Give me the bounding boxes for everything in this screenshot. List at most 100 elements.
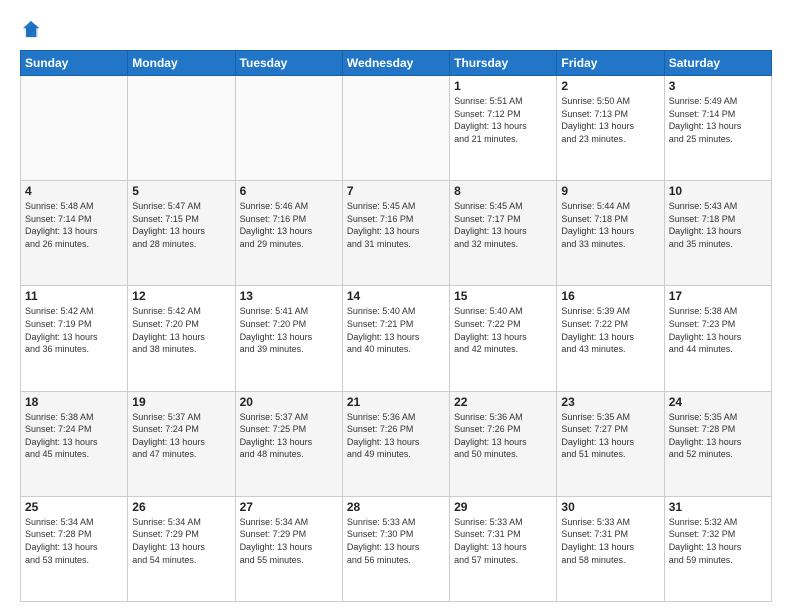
day-info: Sunrise: 5:38 AM Sunset: 7:24 PM Dayligh… bbox=[25, 411, 123, 461]
day-info: Sunrise: 5:32 AM Sunset: 7:32 PM Dayligh… bbox=[669, 516, 767, 566]
day-cell: 25Sunrise: 5:34 AM Sunset: 7:28 PM Dayli… bbox=[21, 496, 128, 601]
day-cell: 31Sunrise: 5:32 AM Sunset: 7:32 PM Dayli… bbox=[664, 496, 771, 601]
day-cell: 5 Sunrise: 5:47 AM Sunset: 7:15 PM Daylig… bbox=[128, 181, 235, 286]
day-cell: 8 Sunrise: 5:45 AM Sunset: 7:17 PM Daylig… bbox=[450, 181, 557, 286]
day-info: Sunrise: 5:50 AM Sunset: 7:13 PM Dayligh… bbox=[561, 95, 659, 145]
header bbox=[20, 18, 772, 40]
day-cell: 20 Sunrise: 5:37 AM Sunset: 7:25 PM Dayli… bbox=[235, 391, 342, 496]
day-number: 9 bbox=[561, 184, 659, 198]
day-cell bbox=[128, 76, 235, 181]
day-cell: 1 Sunrise: 5:51 AM Sunset: 7:12 PM Daylig… bbox=[450, 76, 557, 181]
weekday-tuesday: Tuesday bbox=[235, 51, 342, 76]
day-info: Sunrise: 5:39 AM Sunset: 7:22 PM Dayligh… bbox=[561, 305, 659, 355]
day-info: Sunrise: 5:41 AM Sunset: 7:20 PM Dayligh… bbox=[240, 305, 338, 355]
day-number: 2 bbox=[561, 79, 659, 93]
day-cell: 9Sunrise: 5:44 AM Sunset: 7:18 PM Daylig… bbox=[557, 181, 664, 286]
weekday-friday: Friday bbox=[557, 51, 664, 76]
calendar-table: SundayMondayTuesdayWednesdayThursdayFrid… bbox=[20, 50, 772, 602]
day-cell bbox=[342, 76, 449, 181]
day-cell: 7Sunrise: 5:45 AM Sunset: 7:16 PM Daylig… bbox=[342, 181, 449, 286]
day-info: Sunrise: 5:37 AM Sunset: 7:24 PM Dayligh… bbox=[132, 411, 230, 461]
day-info: Sunrise: 5:37 AM Sunset: 7:25 PM Dayligh… bbox=[240, 411, 338, 461]
weekday-header-row: SundayMondayTuesdayWednesdayThursdayFrid… bbox=[21, 51, 772, 76]
day-number: 1 bbox=[454, 79, 552, 93]
day-number: 15 bbox=[454, 289, 552, 303]
day-number: 12 bbox=[132, 289, 230, 303]
day-cell: 13 Sunrise: 5:41 AM Sunset: 7:20 PM Dayli… bbox=[235, 286, 342, 391]
weekday-monday: Monday bbox=[128, 51, 235, 76]
day-info: Sunrise: 5:51 AM Sunset: 7:12 PM Dayligh… bbox=[454, 95, 552, 145]
day-info: Sunrise: 5:40 AM Sunset: 7:21 PM Dayligh… bbox=[347, 305, 445, 355]
day-number: 14 bbox=[347, 289, 445, 303]
day-cell: 19 Sunrise: 5:37 AM Sunset: 7:24 PM Dayli… bbox=[128, 391, 235, 496]
week-row-4: 18 Sunrise: 5:38 AM Sunset: 7:24 PM Dayli… bbox=[21, 391, 772, 496]
day-number: 22 bbox=[454, 395, 552, 409]
day-cell: 24 Sunrise: 5:35 AM Sunset: 7:28 PM Dayli… bbox=[664, 391, 771, 496]
day-cell: 12Sunrise: 5:42 AM Sunset: 7:20 PM Dayli… bbox=[128, 286, 235, 391]
day-info: Sunrise: 5:33 AM Sunset: 7:31 PM Dayligh… bbox=[561, 516, 659, 566]
day-info: Sunrise: 5:34 AM Sunset: 7:29 PM Dayligh… bbox=[132, 516, 230, 566]
day-number: 28 bbox=[347, 500, 445, 514]
day-number: 26 bbox=[132, 500, 230, 514]
day-info: Sunrise: 5:48 AM Sunset: 7:14 PM Dayligh… bbox=[25, 200, 123, 250]
day-number: 6 bbox=[240, 184, 338, 198]
day-info: Sunrise: 5:38 AM Sunset: 7:23 PM Dayligh… bbox=[669, 305, 767, 355]
week-row-3: 11 Sunrise: 5:42 AM Sunset: 7:19 PM Dayli… bbox=[21, 286, 772, 391]
weekday-thursday: Thursday bbox=[450, 51, 557, 76]
day-cell: 27Sunrise: 5:34 AM Sunset: 7:29 PM Dayli… bbox=[235, 496, 342, 601]
page: SundayMondayTuesdayWednesdayThursdayFrid… bbox=[0, 0, 792, 612]
day-number: 23 bbox=[561, 395, 659, 409]
day-number: 10 bbox=[669, 184, 767, 198]
day-cell: 18 Sunrise: 5:38 AM Sunset: 7:24 PM Dayli… bbox=[21, 391, 128, 496]
day-number: 13 bbox=[240, 289, 338, 303]
day-info: Sunrise: 5:33 AM Sunset: 7:30 PM Dayligh… bbox=[347, 516, 445, 566]
week-row-1: 1 Sunrise: 5:51 AM Sunset: 7:12 PM Daylig… bbox=[21, 76, 772, 181]
day-number: 3 bbox=[669, 79, 767, 93]
day-number: 16 bbox=[561, 289, 659, 303]
day-info: Sunrise: 5:45 AM Sunset: 7:17 PM Dayligh… bbox=[454, 200, 552, 250]
day-info: Sunrise: 5:35 AM Sunset: 7:28 PM Dayligh… bbox=[669, 411, 767, 461]
logo-icon bbox=[20, 18, 42, 40]
weekday-saturday: Saturday bbox=[664, 51, 771, 76]
day-cell: 11 Sunrise: 5:42 AM Sunset: 7:19 PM Dayli… bbox=[21, 286, 128, 391]
day-number: 4 bbox=[25, 184, 123, 198]
day-number: 19 bbox=[132, 395, 230, 409]
day-number: 5 bbox=[132, 184, 230, 198]
day-cell: 30 Sunrise: 5:33 AM Sunset: 7:31 PM Dayli… bbox=[557, 496, 664, 601]
day-number: 11 bbox=[25, 289, 123, 303]
logo bbox=[20, 18, 46, 40]
day-number: 30 bbox=[561, 500, 659, 514]
day-info: Sunrise: 5:43 AM Sunset: 7:18 PM Dayligh… bbox=[669, 200, 767, 250]
day-cell: 26 Sunrise: 5:34 AM Sunset: 7:29 PM Dayli… bbox=[128, 496, 235, 601]
day-info: Sunrise: 5:46 AM Sunset: 7:16 PM Dayligh… bbox=[240, 200, 338, 250]
day-info: Sunrise: 5:33 AM Sunset: 7:31 PM Dayligh… bbox=[454, 516, 552, 566]
day-info: Sunrise: 5:36 AM Sunset: 7:26 PM Dayligh… bbox=[347, 411, 445, 461]
day-number: 24 bbox=[669, 395, 767, 409]
day-info: Sunrise: 5:40 AM Sunset: 7:22 PM Dayligh… bbox=[454, 305, 552, 355]
day-cell: 29Sunrise: 5:33 AM Sunset: 7:31 PM Dayli… bbox=[450, 496, 557, 601]
day-cell: 28 Sunrise: 5:33 AM Sunset: 7:30 PM Dayli… bbox=[342, 496, 449, 601]
weekday-sunday: Sunday bbox=[21, 51, 128, 76]
day-number: 17 bbox=[669, 289, 767, 303]
day-cell: 22Sunrise: 5:36 AM Sunset: 7:26 PM Dayli… bbox=[450, 391, 557, 496]
day-info: Sunrise: 5:49 AM Sunset: 7:14 PM Dayligh… bbox=[669, 95, 767, 145]
day-info: Sunrise: 5:35 AM Sunset: 7:27 PM Dayligh… bbox=[561, 411, 659, 461]
week-row-2: 4 Sunrise: 5:48 AM Sunset: 7:14 PM Daylig… bbox=[21, 181, 772, 286]
week-row-5: 25Sunrise: 5:34 AM Sunset: 7:28 PM Dayli… bbox=[21, 496, 772, 601]
day-cell bbox=[235, 76, 342, 181]
weekday-wednesday: Wednesday bbox=[342, 51, 449, 76]
day-info: Sunrise: 5:47 AM Sunset: 7:15 PM Dayligh… bbox=[132, 200, 230, 250]
day-info: Sunrise: 5:42 AM Sunset: 7:19 PM Dayligh… bbox=[25, 305, 123, 355]
day-cell: 15 Sunrise: 5:40 AM Sunset: 7:22 PM Dayli… bbox=[450, 286, 557, 391]
day-number: 27 bbox=[240, 500, 338, 514]
day-number: 7 bbox=[347, 184, 445, 198]
day-cell: 16 Sunrise: 5:39 AM Sunset: 7:22 PM Dayli… bbox=[557, 286, 664, 391]
day-number: 21 bbox=[347, 395, 445, 409]
day-number: 20 bbox=[240, 395, 338, 409]
day-cell: 21 Sunrise: 5:36 AM Sunset: 7:26 PM Dayli… bbox=[342, 391, 449, 496]
day-cell: 3 Sunrise: 5:49 AM Sunset: 7:14 PM Daylig… bbox=[664, 76, 771, 181]
day-number: 8 bbox=[454, 184, 552, 198]
day-cell: 14 Sunrise: 5:40 AM Sunset: 7:21 PM Dayli… bbox=[342, 286, 449, 391]
day-number: 18 bbox=[25, 395, 123, 409]
day-cell: 10 Sunrise: 5:43 AM Sunset: 7:18 PM Dayli… bbox=[664, 181, 771, 286]
